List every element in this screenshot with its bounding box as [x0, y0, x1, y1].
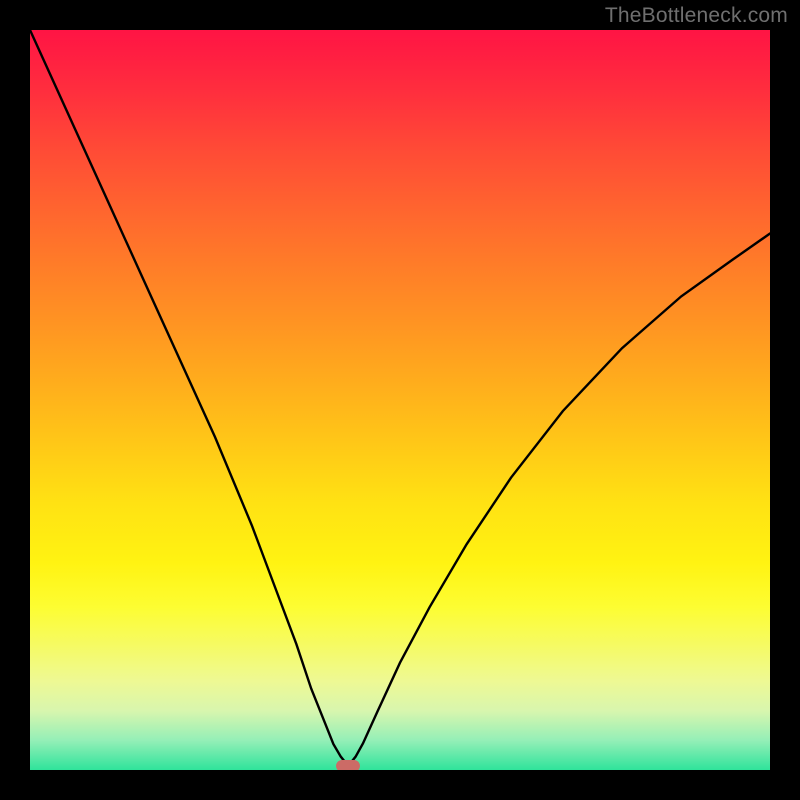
curve-layer — [30, 30, 770, 770]
plot-area — [30, 30, 770, 770]
curve-right-branch — [350, 234, 770, 765]
watermark-text: TheBottleneck.com — [605, 4, 788, 28]
curve-left-branch — [30, 30, 347, 764]
chart-stage: TheBottleneck.com — [0, 0, 800, 800]
optimal-point-marker — [336, 760, 360, 770]
